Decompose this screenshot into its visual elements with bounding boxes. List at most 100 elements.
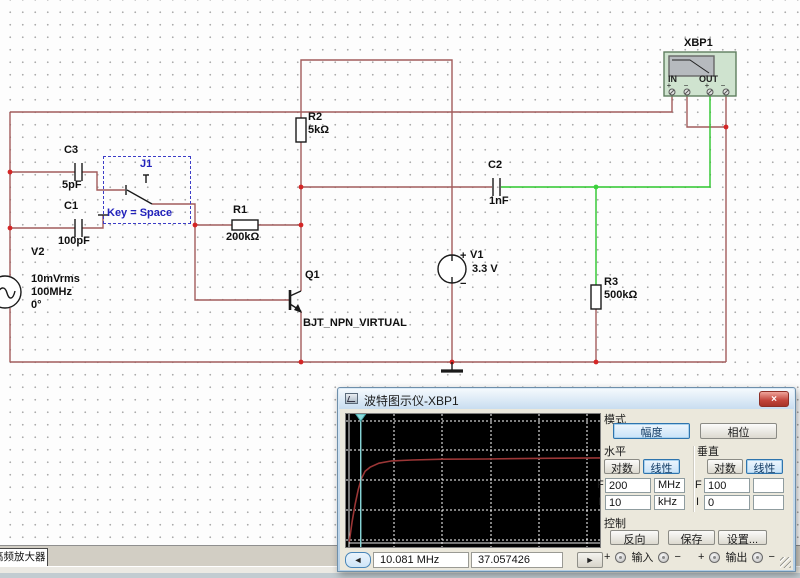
cursor-left-button[interactable]: ◄ xyxy=(345,552,371,568)
v1-value-label[interactable]: 3.3 V xyxy=(472,263,498,275)
output-minus-mark: − xyxy=(768,551,774,563)
c1-ref-label[interactable]: C1 xyxy=(64,200,78,212)
c2-value-label[interactable]: 1nF xyxy=(489,195,509,207)
horizontal-log-button[interactable]: 对数 xyxy=(604,459,640,474)
component-c2[interactable] xyxy=(493,178,500,196)
q1-model-label[interactable]: BJT_NPN_VIRTUAL xyxy=(303,317,407,329)
r2-ref-label[interactable]: R2 xyxy=(308,111,322,123)
magnitude-curve xyxy=(349,458,600,542)
r3-value-label[interactable]: 500kΩ xyxy=(604,289,637,301)
bode-plotter-icon xyxy=(345,393,358,404)
wire-c1-to-switch[interactable] xyxy=(82,215,103,228)
save-button[interactable]: 保存 xyxy=(668,530,715,545)
vertical-section-label: 垂直 xyxy=(697,443,719,459)
v1-plus-mark: + xyxy=(460,250,466,262)
r1-value-label[interactable]: 200kΩ xyxy=(226,231,259,243)
multisim-workspace: XBP1 IN OUT + − + − C3 5pF C1 100pF V2 1… xyxy=(0,0,800,578)
xbp1-in-minus-mark: − xyxy=(684,81,689,90)
horizontal-final-value-input[interactable] xyxy=(605,478,651,493)
component-r3[interactable] xyxy=(591,285,601,309)
input-terminal-label: 输入 xyxy=(631,549,653,565)
arrow-right-icon: ► xyxy=(586,555,595,565)
vertical-log-button[interactable]: 对数 xyxy=(707,459,743,474)
r1-ref-label[interactable]: R1 xyxy=(233,204,247,216)
control-section-label: 控制 xyxy=(604,515,626,531)
wire-vcc[interactable] xyxy=(301,60,452,255)
xbp1-in-plus-mark: + xyxy=(667,81,672,90)
component-q1-npn-transistor[interactable] xyxy=(290,290,302,313)
vertical-linear-button[interactable]: 线性 xyxy=(746,459,783,474)
ground-symbol[interactable] xyxy=(441,362,463,371)
close-button[interactable]: × xyxy=(759,391,789,407)
section-divider xyxy=(693,446,694,512)
output-terminal-label: 输出 xyxy=(725,549,747,565)
magnitude-button[interactable]: 幅度 xyxy=(613,423,690,439)
input-plus-mark: + xyxy=(604,551,610,563)
output-plus-terminal[interactable] xyxy=(709,552,720,563)
q1-ref-label[interactable]: Q1 xyxy=(305,269,320,281)
xbp1-ref-label[interactable]: XBP1 xyxy=(684,37,713,49)
v1-ref-label[interactable]: V1 xyxy=(470,249,483,261)
input-minus-terminal[interactable] xyxy=(658,552,669,563)
wires-green[interactable] xyxy=(501,95,710,286)
v1-minus-mark: − xyxy=(460,278,466,290)
xbp1-out-plus-mark: + xyxy=(705,81,710,90)
vertical-initial-value-input[interactable] xyxy=(704,495,750,510)
component-v2-ac-source[interactable] xyxy=(0,276,21,308)
vertical-final-label: F xyxy=(695,479,702,491)
j1-key-label[interactable]: Key = Space xyxy=(107,207,172,219)
wire-in-minus[interactable] xyxy=(687,95,726,127)
v2-frequency-label[interactable]: 100MHz xyxy=(31,286,72,298)
output-minus-terminal[interactable] xyxy=(752,552,763,563)
vertical-initial-label: I xyxy=(696,496,699,508)
bode-plot-display[interactable] xyxy=(345,413,601,548)
v2-phase-label[interactable]: 0° xyxy=(31,299,42,311)
vertical-initial-unit xyxy=(753,495,784,510)
wire-in-plus[interactable] xyxy=(10,95,672,112)
phase-button[interactable]: 相位 xyxy=(700,423,777,439)
wire-c2-output[interactable] xyxy=(501,95,710,187)
reverse-button[interactable]: 反向 xyxy=(610,530,659,545)
sheet-tab[interactable]: 高频放大器 xyxy=(0,548,48,567)
statusbar-strip xyxy=(0,573,800,578)
settings-button[interactable]: 设置... xyxy=(718,530,767,545)
input-plus-terminal[interactable] xyxy=(615,552,626,563)
vertical-final-value-input[interactable] xyxy=(704,478,750,493)
xbp1-out-minus-mark: − xyxy=(721,81,726,90)
resize-grip[interactable] xyxy=(780,557,791,568)
cursor-handle[interactable] xyxy=(356,414,366,421)
input-terminals: + 输入 − xyxy=(604,549,681,565)
vertical-final-unit xyxy=(753,478,784,493)
close-icon: × xyxy=(771,394,777,405)
c2-ref-label[interactable]: C2 xyxy=(488,159,502,171)
horizontal-section-label: 水平 xyxy=(604,443,626,459)
junction-dot-green xyxy=(594,185,599,190)
window-titlebar[interactable]: 波特图示仪-XBP1 × xyxy=(339,389,794,409)
horizontal-initial-value-input[interactable] xyxy=(605,495,651,510)
horizontal-initial-unit: kHz xyxy=(654,495,685,510)
v2-amplitude-label[interactable]: 10mVrms xyxy=(31,273,80,285)
arrow-left-icon: ◄ xyxy=(354,555,363,565)
horizontal-initial-label: I xyxy=(598,496,601,508)
c3-ref-label[interactable]: C3 xyxy=(64,144,78,156)
plot-grid xyxy=(346,414,600,547)
c3-value-label[interactable]: 5pF xyxy=(62,179,82,191)
r2-value-label[interactable]: 5kΩ xyxy=(308,124,329,136)
cursor-frequency-readout: 10.081 MHz xyxy=(373,552,469,568)
v2-ref-label[interactable]: V2 xyxy=(31,246,44,258)
r3-ref-label[interactable]: R3 xyxy=(604,276,618,288)
c1-value-label[interactable]: 100pF xyxy=(58,235,90,247)
j1-ref-label[interactable]: J1 xyxy=(140,158,152,170)
cursor-readout-bar: ◄ 10.081 MHz 37.057426 ► xyxy=(345,551,603,568)
horizontal-final-unit: MHz xyxy=(654,478,685,493)
sheet-tab-label: 高频放大器 xyxy=(0,551,46,563)
cursor-right-button[interactable]: ► xyxy=(577,552,603,568)
input-minus-mark: − xyxy=(674,551,680,563)
output-terminals: + 输出 − xyxy=(698,549,775,565)
component-r2[interactable] xyxy=(296,118,306,142)
horizontal-linear-button[interactable]: 线性 xyxy=(643,459,680,474)
window-title: 波特图示仪-XBP1 xyxy=(364,392,459,409)
cursor-gain-readout: 37.057426 xyxy=(471,552,563,568)
bode-plotter-window: 波特图示仪-XBP1 × xyxy=(337,387,796,572)
component-r1[interactable] xyxy=(232,220,258,230)
